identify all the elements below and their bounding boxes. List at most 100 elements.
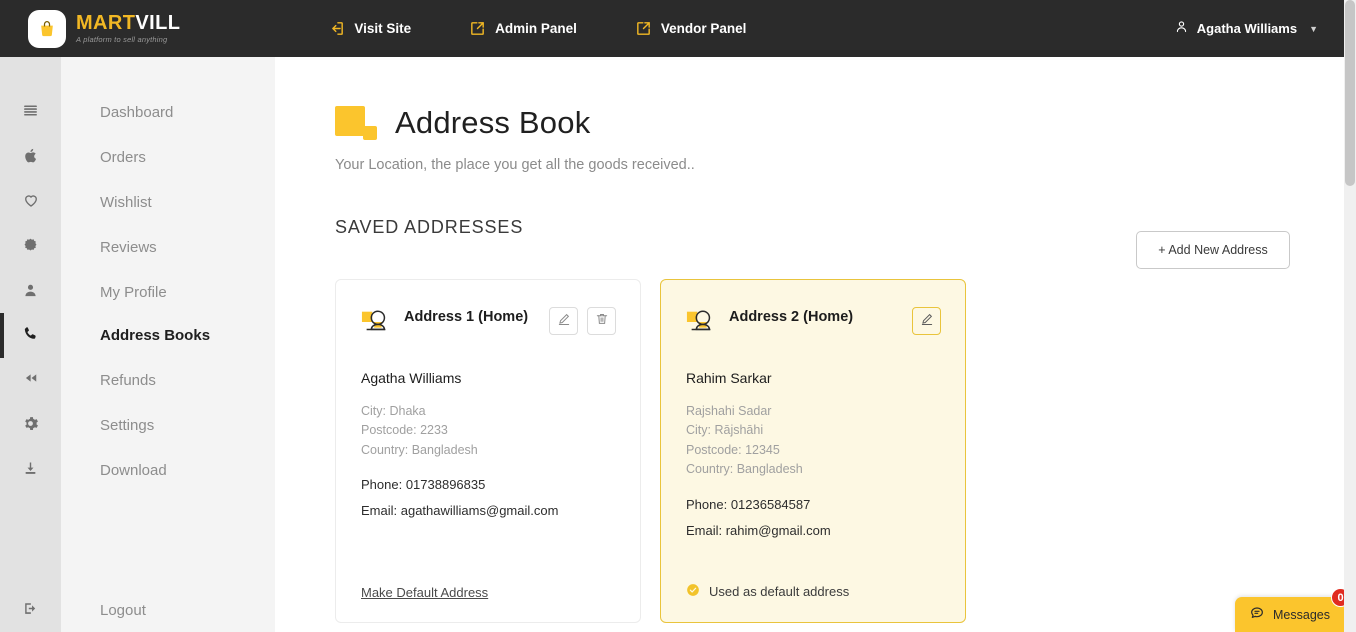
sidebar-menu-panel: Dashboard Orders Wishlist Reviews My Pro… [61,57,275,632]
address-card: Address 2 (Home) Rahim Sarkar Rajshahi S… [660,279,966,623]
sidebar-item-address-books[interactable]: Address Books [61,313,275,358]
main-content: Address Book Your Location, the place yo… [275,57,1344,632]
sidebar-icon-rail [0,57,61,632]
sidebar-icon-download[interactable] [0,448,61,493]
address-location-icon [361,307,391,337]
sidebar-item-label: Reviews [100,239,157,256]
user-menu[interactable]: Agatha Williams ▼ [1174,19,1318,39]
sidebar-icon-dashboard[interactable] [0,90,61,135]
address-card-actions [912,307,941,335]
sidebar-item-label: Refunds [100,372,156,389]
address-person-name: Agatha Williams [361,370,462,386]
sidebar-item-wishlist[interactable]: Wishlist [61,180,275,225]
address-card-actions [549,307,616,335]
download-icon [22,460,39,482]
sidebar-item-download[interactable]: Download [61,448,275,493]
scrollbar-thumb[interactable] [1345,0,1355,186]
default-address-status: Used as default address [686,583,849,600]
address-meta: City: Dhaka Postcode: 2233 Country: Bang… [361,402,615,460]
address-meta: Rajshahi Sadar City: Rājshāhi Postcode: … [686,402,940,480]
sidebar-item-label: Logout [100,602,146,619]
address-card: Address 1 (Home) Agatha Williams City: D… [335,279,641,623]
address-postcode: Postcode: 12345 [686,442,780,457]
address-card-title: Address 2 (Home) [729,309,854,325]
address-country: Country: Bangladesh [361,442,478,457]
edit-address-button[interactable] [912,307,941,335]
external-link-icon [469,20,486,37]
menu-lines-icon [22,102,39,124]
brand-name-first: MART [76,12,136,35]
page-header: Address Book Your Location, the place yo… [335,98,695,173]
enter-arrow-icon [328,20,345,37]
brand-name: MARTVILL [76,13,180,33]
sidebar-item-settings[interactable]: Settings [61,403,275,448]
star-burst-icon [22,237,39,259]
top-header-bar: MARTVILL A platform to sell anything Vis… [0,0,1344,57]
sidebar-icon-wishlist[interactable] [0,180,61,225]
nav-visit-site-label: Visit Site [354,21,412,36]
shopping-bag-icon [28,9,66,48]
sidebar-item-my-profile[interactable]: My Profile [61,270,275,315]
nav-vendor-panel-label: Vendor Panel [660,21,747,36]
sidebar-item-refunds[interactable]: Refunds [61,358,275,403]
sidebar-icon-reviews[interactable] [0,225,61,270]
chat-bubble-icon [1249,604,1265,625]
address-phone: Phone: 01236584587 [686,496,811,512]
trash-icon [595,312,609,331]
sidebar-item-label: Download [100,462,167,479]
chevron-down-icon: ▼ [1309,23,1318,34]
brand-logo[interactable]: MARTVILL A platform to sell anything [28,9,180,48]
nav-admin-panel-label: Admin Panel [495,21,577,36]
messages-widget[interactable]: Messages 0 [1235,588,1350,632]
sidebar-item-label: Orders [100,149,146,166]
phone-icon [22,325,39,347]
sidebar-item-orders[interactable]: Orders [61,135,275,180]
sidebar-item-logout[interactable]: Logout [61,588,275,632]
sidebar-item-label: My Profile [100,284,167,301]
messages-label: Messages [1273,607,1330,622]
check-circle-icon [686,583,700,600]
decorative-squares-icon [335,98,383,144]
sidebar-icon-orders[interactable] [0,135,61,180]
nav-admin-panel[interactable]: Admin Panel [469,20,577,37]
address-street: Rajshahi Sadar [686,404,772,418]
nav-vendor-panel[interactable]: Vendor Panel [635,20,747,37]
sidebar-item-label: Dashboard [100,104,174,121]
section-title-saved-addresses: SAVED ADDRESSES [335,217,524,237]
sidebar-item-label: Settings [100,417,155,434]
delete-address-button[interactable] [587,307,616,335]
edit-address-button[interactable] [549,307,578,335]
address-city: City: Rājshāhi [686,423,764,438]
address-location-icon [686,307,716,337]
add-new-address-button[interactable]: + Add New Address [1136,231,1290,269]
address-email: Email: rahim@gmail.com [686,522,831,538]
brand-name-second: VILL [135,12,181,35]
person-icon [22,282,39,304]
header-nav: Visit Site Admin Panel Vendor Panel [328,20,746,37]
rewind-arrows-icon [22,369,40,392]
sidebar-icon-settings[interactable] [0,403,61,448]
page-scrollbar[interactable] [1344,0,1356,632]
pencil-icon [557,312,571,331]
page-title: Address Book [395,105,591,140]
page-subtitle: Your Location, the place you get all the… [335,157,695,173]
sidebar-icon-logout[interactable] [0,588,61,632]
default-address-label: Used as default address [709,584,850,599]
address-card-title: Address 1 (Home) [404,309,529,325]
sidebar-item-reviews[interactable]: Reviews [61,225,275,270]
brand-tagline: A platform to sell anything [76,35,168,45]
address-postcode: Postcode: 2233 [361,423,448,438]
sidebar-icon-address-books[interactable] [0,313,61,358]
sidebar-item-label: Address Books [100,327,211,344]
sidebar-item-dashboard[interactable]: Dashboard [61,90,275,135]
user-name-label: Agatha Williams [1196,21,1298,36]
address-card-list: Address 1 (Home) Agatha Williams City: D… [335,279,966,623]
sidebar-icon-my-profile[interactable] [0,270,61,315]
person-icon [1174,19,1189,39]
sidebar-icon-refunds[interactable] [0,358,61,403]
address-email: Email: agathawilliams@gmail.com [361,503,559,519]
bag-icon [22,147,39,169]
address-person-name: Rahim Sarkar [686,370,772,386]
nav-visit-site[interactable]: Visit Site [328,20,411,37]
make-default-address-link[interactable]: Make Default Address [361,585,488,600]
